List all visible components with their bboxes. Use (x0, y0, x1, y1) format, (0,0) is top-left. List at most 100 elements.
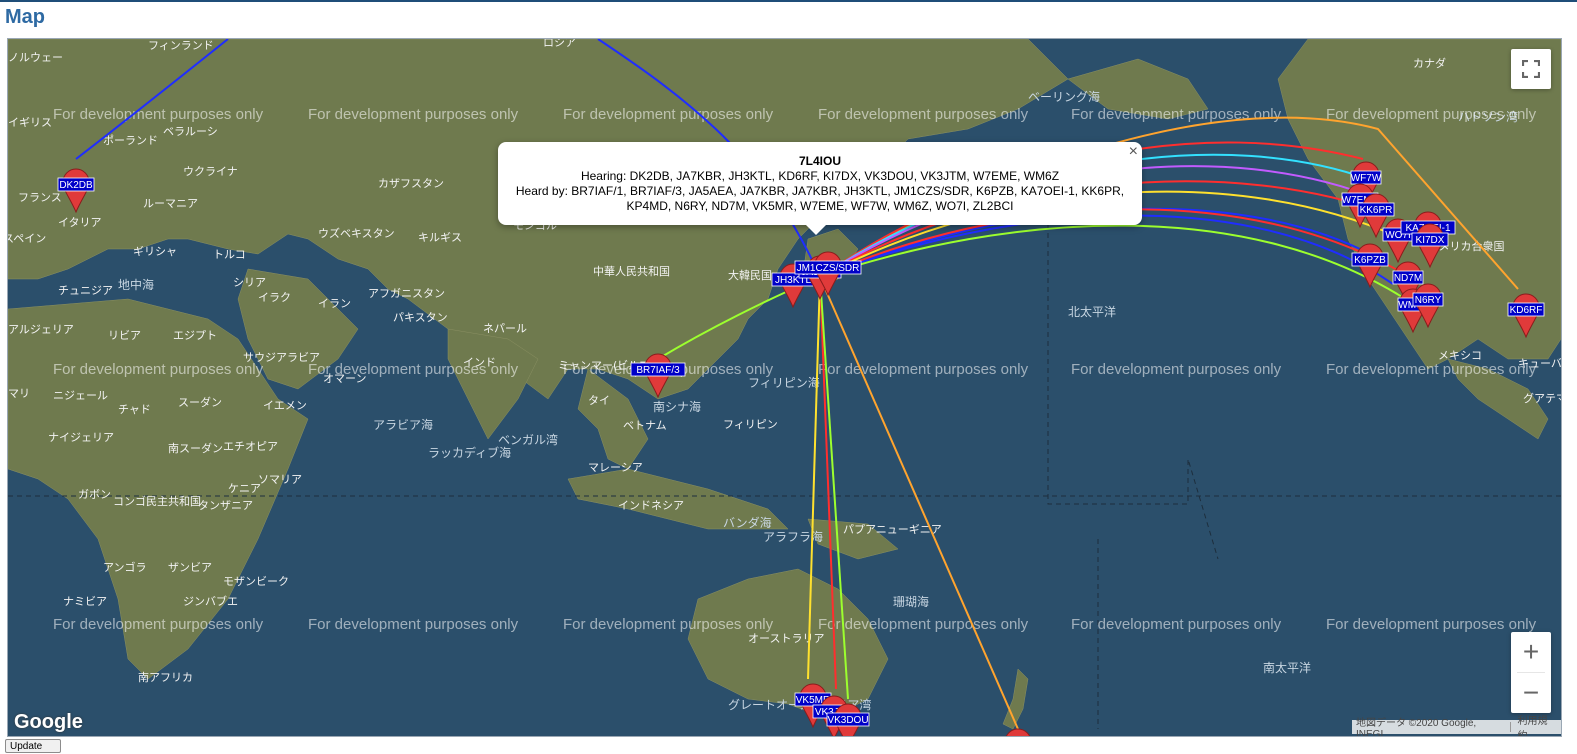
marker-callsign: N6RY (1415, 295, 1442, 306)
watermark-text: For development purposes only (53, 106, 264, 123)
zoom-control: + − (1511, 632, 1551, 713)
place-label: ニジェール (53, 389, 108, 402)
attribution-separator (1510, 722, 1512, 732)
place-label: イギリス (8, 116, 52, 129)
info-window-tail (806, 225, 826, 235)
map-container[interactable]: フィンランド ノルウェー ロシア イギリス ポーランド ベラルーシ ウクライナ カザフスタンフ… (7, 38, 1562, 737)
place-label: 中華人民共和国 (593, 265, 670, 278)
place-label: トルコ (213, 248, 246, 261)
watermark-text: For development purposes only (53, 361, 264, 378)
place-label: マレーシア (588, 461, 643, 474)
place-label: カザフスタン (378, 177, 444, 190)
place-label: フィリピン (723, 418, 778, 431)
place-label: ガボン (78, 488, 111, 501)
marker-callsign: BR7IAF/3 (636, 365, 680, 376)
page-title: Map (5, 6, 45, 28)
place-label: ラッカディブ海 (428, 445, 511, 460)
place-label: パプアニューギニア (843, 523, 942, 536)
place-label: リビア (108, 329, 141, 342)
marker-callsign: KI7DX (1416, 235, 1445, 246)
place-label: フィンランド (148, 39, 214, 52)
place-label: ルーマニア (143, 197, 198, 210)
place-label: イタリア (58, 216, 102, 229)
place-label: イラン (318, 297, 351, 310)
place-label: ノルウェー (8, 51, 63, 64)
fullscreen-button[interactable] (1511, 49, 1551, 89)
place-label: スペイン (8, 232, 46, 245)
place-label: アルジェリア (8, 323, 74, 336)
watermark-text: For development purposes only (1326, 616, 1537, 633)
marker-callsign: ND7M (1394, 273, 1422, 284)
place-label: 南スーダン (168, 441, 223, 455)
top-border (0, 0, 1577, 2)
terms-link[interactable]: 利用規約 (1517, 712, 1557, 736)
place-label: アラフラ海 (763, 529, 823, 544)
watermark-text: For development purposes only (563, 106, 774, 123)
marker-callsign: WF7W (1351, 173, 1382, 184)
place-label: ウズベキスタン (318, 226, 395, 240)
place-label: キルギス (418, 231, 462, 244)
place-label: タイ (588, 394, 610, 407)
place-label: シリア (233, 276, 266, 289)
place-label: インドネシア (618, 499, 684, 512)
close-icon[interactable]: × (1129, 144, 1138, 160)
info-heard-by-1: Heard by: BR7IAF/1, BR7IAF/3, JA5AEA, JA… (515, 184, 1125, 198)
place-label: グアテマラ (1523, 391, 1561, 405)
watermark-text: For development purposes only (818, 361, 1029, 378)
watermark-text: For development purposes only (563, 616, 774, 633)
place-label: 北太平洋 (1068, 304, 1116, 319)
marker-callsign: DK2DB (59, 180, 93, 191)
place-label: フランス (18, 191, 62, 204)
place-label: ベラルーシ (163, 125, 218, 138)
map-attribution: 地図データ ©2020 Google, INEGI 利用規約 (1352, 716, 1561, 736)
watermark-text: For development purposes only (1071, 616, 1282, 633)
marker-callsign: KK6PR (1360, 205, 1393, 216)
place-label: ケニア (228, 482, 261, 495)
watermark-text: For development purposes only (818, 616, 1029, 633)
place-label: 南太平洋 (1263, 660, 1311, 675)
watermark-text: For development purposes only (1071, 361, 1282, 378)
watermark-text: For development purposes only (308, 106, 519, 123)
watermark-text: For development purposes only (308, 616, 519, 633)
watermark-text: For development purposes only (818, 106, 1029, 123)
zoom-out-button[interactable]: − (1511, 673, 1551, 713)
info-title: 7L4IOU (798, 154, 841, 168)
place-label: 南シナ海 (653, 399, 701, 414)
place-label: ナミビア (63, 595, 107, 608)
place-label: 地中海 (118, 277, 154, 292)
update-button[interactable]: Update (5, 739, 61, 753)
marker-callsign: KD6RF (1510, 305, 1543, 316)
place-label: イエメン (263, 399, 307, 412)
place-label: バンダ海 (723, 515, 772, 530)
place-label: モザンビーク (223, 575, 289, 588)
place-label: ギリシャ (133, 245, 177, 258)
watermark-text: For development purposes only (1071, 106, 1282, 123)
place-label: ベーリング海 (1028, 89, 1100, 104)
place-label: 大韓民国 (728, 268, 772, 282)
place-label: マリ (8, 387, 30, 400)
info-heard-by-2: KP4MD, N6RY, ND7M, VK5MR, W7EME, WF7W, W… (626, 199, 1014, 213)
place-label: ロシア (543, 39, 576, 49)
zoom-in-button[interactable]: + (1511, 632, 1551, 672)
place-label: タンザニア (198, 499, 253, 512)
info-window: × 7L4IOU Hearing: DK2DB, JA7KBR, JH3KTL,… (498, 142, 1142, 235)
place-label: アフガニスタン (368, 287, 445, 300)
info-hearing: Hearing: DK2DB, JA7KBR, JH3KTL, KD6RF, K… (580, 169, 1060, 183)
watermark-text: For development purposes only (1326, 106, 1537, 123)
place-label: ベトナム (623, 419, 667, 432)
place-label: チャド (118, 403, 151, 416)
place-label: 珊瑚海 (893, 594, 929, 609)
attribution-data[interactable]: 地図データ ©2020 Google, INEGI (1356, 714, 1504, 736)
place-label: ナイジェリア (48, 431, 114, 444)
place-label: ジンバブエ (183, 594, 238, 608)
place-label: ネパール (483, 322, 527, 335)
place-label: エチオピア (223, 440, 278, 453)
place-label: コンゴ民主共和国 (113, 494, 201, 508)
marker-callsign: K6PZB (1354, 255, 1386, 266)
marker-callsign: JM1CZS/SDR (797, 263, 860, 274)
watermark-text: For development purposes only (308, 361, 519, 378)
place-label: アラビア海 (373, 417, 433, 432)
place-label: オーストラリア (748, 632, 824, 645)
google-logo: Google (14, 711, 83, 733)
place-label: ポーランド (103, 134, 158, 147)
